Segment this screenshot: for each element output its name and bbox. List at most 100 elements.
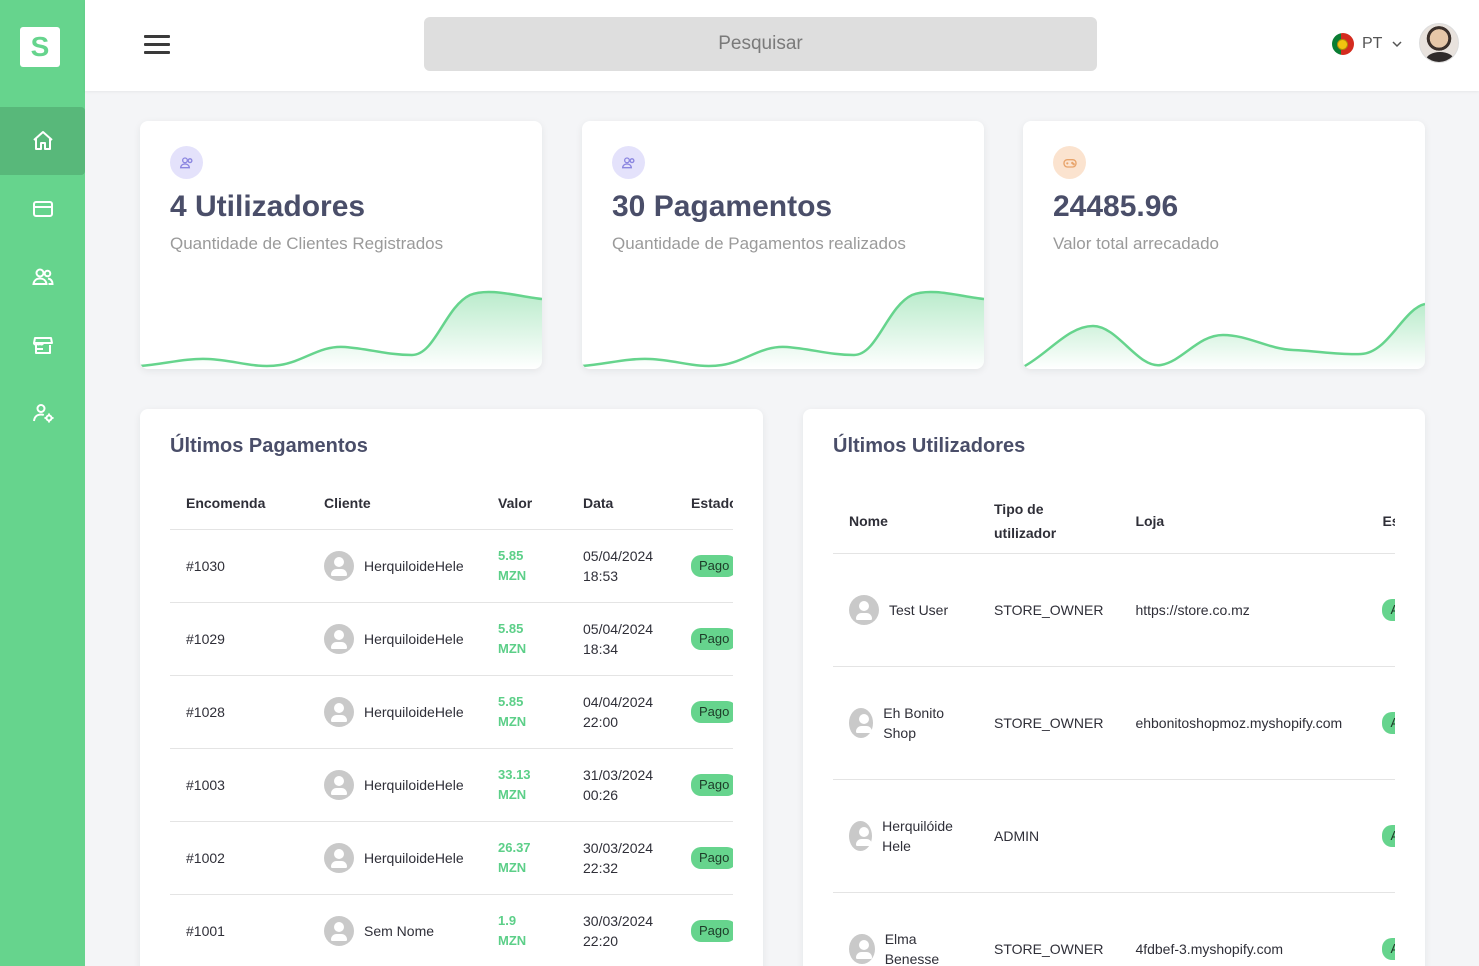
status-badge: Activo <box>1382 937 1395 960</box>
time: 22:00 <box>583 713 619 730</box>
sidebar-item-users[interactable] <box>0 243 85 311</box>
table-row[interactable]: #1003 HerquiloideHele 33.13 MZN 31/03/2024 00… <box>170 747 733 821</box>
sidebar-item-payments[interactable] <box>0 175 85 243</box>
table-row[interactable]: #1002 HerquiloideHele 26.37 MZN 30/03/2024 22… <box>170 820 733 894</box>
gamepad-icon <box>1053 146 1086 179</box>
table-row[interactable]: #1001 Sem Nome 1.9 MZN 30/03/2024 22:20 Pago <box>170 893 733 966</box>
user-name: Elma Benesse <box>884 930 940 966</box>
amount: 1.9 <box>498 912 517 928</box>
stat-value: 24485.96 <box>1053 190 1179 223</box>
avatar <box>849 820 873 851</box>
avatar <box>324 550 354 581</box>
amount: 5.85 <box>498 547 524 563</box>
store-url[interactable]: ehbonitoshopmoz.myshopify.com <box>1119 665 1367 779</box>
date: 04/04/2024 <box>583 693 654 710</box>
client-name: HerquiloideHele <box>364 557 464 574</box>
user-name: Test User <box>889 601 949 618</box>
stat-card-revenue: 24485.96 Valor total arrecadado <box>1023 121 1425 369</box>
date: 30/03/2024 <box>583 912 654 929</box>
stat-value: 30 Pagamentos <box>612 190 833 223</box>
order-id[interactable]: #1001 <box>170 893 308 966</box>
table-row[interactable]: Herquilóide Hele ADMIN Activo <box>833 778 1395 892</box>
user-name: Eh Bonito Shop <box>883 704 944 741</box>
stat-label: Valor total arrecadado <box>1053 234 1220 253</box>
status-badge: Pago <box>691 700 733 723</box>
stat-label: Quantidade de Pagamentos realizados <box>612 234 906 253</box>
column-header[interactable]: Nome <box>833 489 978 553</box>
store-url[interactable]: https://store.co.mz <box>1119 552 1367 666</box>
column-header[interactable]: Encomenda <box>170 477 308 529</box>
sidebar-item-user-settings[interactable] <box>0 379 85 447</box>
home-icon <box>32 131 53 150</box>
chevron-down-icon <box>1392 41 1402 48</box>
language-selector[interactable]: PT <box>1332 33 1404 55</box>
status-badge: Pago <box>691 773 733 796</box>
status-badge: Activo <box>1382 711 1395 734</box>
sparkline-chart <box>1023 302 1425 369</box>
stat-label: Quantidade de Clientes Registrados <box>170 234 444 253</box>
store-url[interactable]: 4fdbef-3.myshopify.com <box>1119 891 1367 966</box>
sparkline-chart <box>140 290 542 369</box>
avatar <box>324 769 354 800</box>
column-header[interactable]: Cliente <box>308 477 482 529</box>
users-table: Nome Tipo de utilizador Loja Estado Test… <box>833 489 1395 966</box>
avatar <box>324 842 354 873</box>
search-input[interactable] <box>424 17 1097 71</box>
stat-value: 4 Utilizadores <box>170 190 366 223</box>
table-row[interactable]: Test User STORE_OWNER https://store.co.mz A… <box>833 552 1395 666</box>
hamburger-icon <box>144 35 170 38</box>
user-avatar[interactable] <box>1419 23 1459 63</box>
currency: MZN <box>498 786 527 802</box>
date: 05/04/2024 <box>583 620 654 637</box>
users-icon <box>31 268 54 285</box>
column-header[interactable]: Tipo de utilizador <box>978 489 1119 553</box>
column-header[interactable]: Estado <box>1366 489 1395 553</box>
table-row[interactable]: #1029 HerquiloideHele 5.85 MZN 05/04/2024 18:… <box>170 601 733 675</box>
currency: MZN <box>498 932 527 948</box>
table-row[interactable]: #1028 HerquiloideHele 5.85 MZN 04/04/2024 22:… <box>170 674 733 748</box>
app-logo[interactable]: S <box>20 27 60 67</box>
avatar <box>324 623 354 654</box>
amount: 5.85 <box>498 693 524 709</box>
status-badge: Activo <box>1382 598 1395 621</box>
currency: MZN <box>498 567 527 583</box>
language-label: PT <box>1362 35 1383 52</box>
order-id[interactable]: #1028 <box>170 674 308 748</box>
top-header: PT <box>85 0 1479 91</box>
users-icon <box>612 146 645 179</box>
amount: 5.85 <box>498 620 524 636</box>
menu-toggle-button[interactable] <box>144 35 170 55</box>
store-url[interactable] <box>1119 778 1367 892</box>
column-header-label: Tipo de utilizador <box>994 500 1057 541</box>
payments-table-scroll: Encomenda Cliente Valor Data Estado #103… <box>170 477 733 966</box>
column-header[interactable]: Valor <box>482 477 567 529</box>
column-header[interactable]: Data <box>567 477 675 529</box>
column-header[interactable]: Loja <box>1119 489 1366 553</box>
user-type: STORE_OWNER <box>978 552 1120 666</box>
client-name: Sem Nome <box>364 922 435 939</box>
user-type: ADMIN <box>978 778 1120 892</box>
order-id[interactable]: #1002 <box>170 820 308 894</box>
table-row[interactable]: Eh Bonito Shop STORE_OWNER ehbonitoshopmoz… <box>833 665 1395 779</box>
date: 31/03/2024 <box>583 766 654 783</box>
order-id[interactable]: #1029 <box>170 601 308 675</box>
table-row[interactable]: #1030 HerquiloideHele 5.85 MZN 05/04/2024 18:… <box>170 528 733 602</box>
sidebar-item-stores[interactable] <box>0 311 85 379</box>
status-badge: Pago <box>691 846 733 869</box>
status-badge: Pago <box>691 627 733 650</box>
time: 22:32 <box>583 859 619 876</box>
column-header[interactable]: Estado <box>675 477 733 529</box>
order-id[interactable]: #1003 <box>170 747 308 821</box>
client-name: HerquiloideHele <box>364 703 464 720</box>
sidebar-item-home[interactable] <box>0 107 85 175</box>
status-badge: Activo <box>1382 824 1395 847</box>
client-name: HerquiloideHele <box>364 630 464 647</box>
time: 00:26 <box>583 786 619 803</box>
panel-title: Últimos Pagamentos <box>170 435 368 457</box>
user-name: Herquilóide Hele <box>882 817 953 854</box>
avatar <box>324 696 354 727</box>
order-id[interactable]: #1030 <box>170 528 308 602</box>
user-type: STORE_OWNER <box>978 665 1120 779</box>
table-row[interactable]: Elma Benesse STORE_OWNER 4fdbef-3.myshopif… <box>833 891 1395 966</box>
user-type: STORE_OWNER <box>978 891 1120 966</box>
